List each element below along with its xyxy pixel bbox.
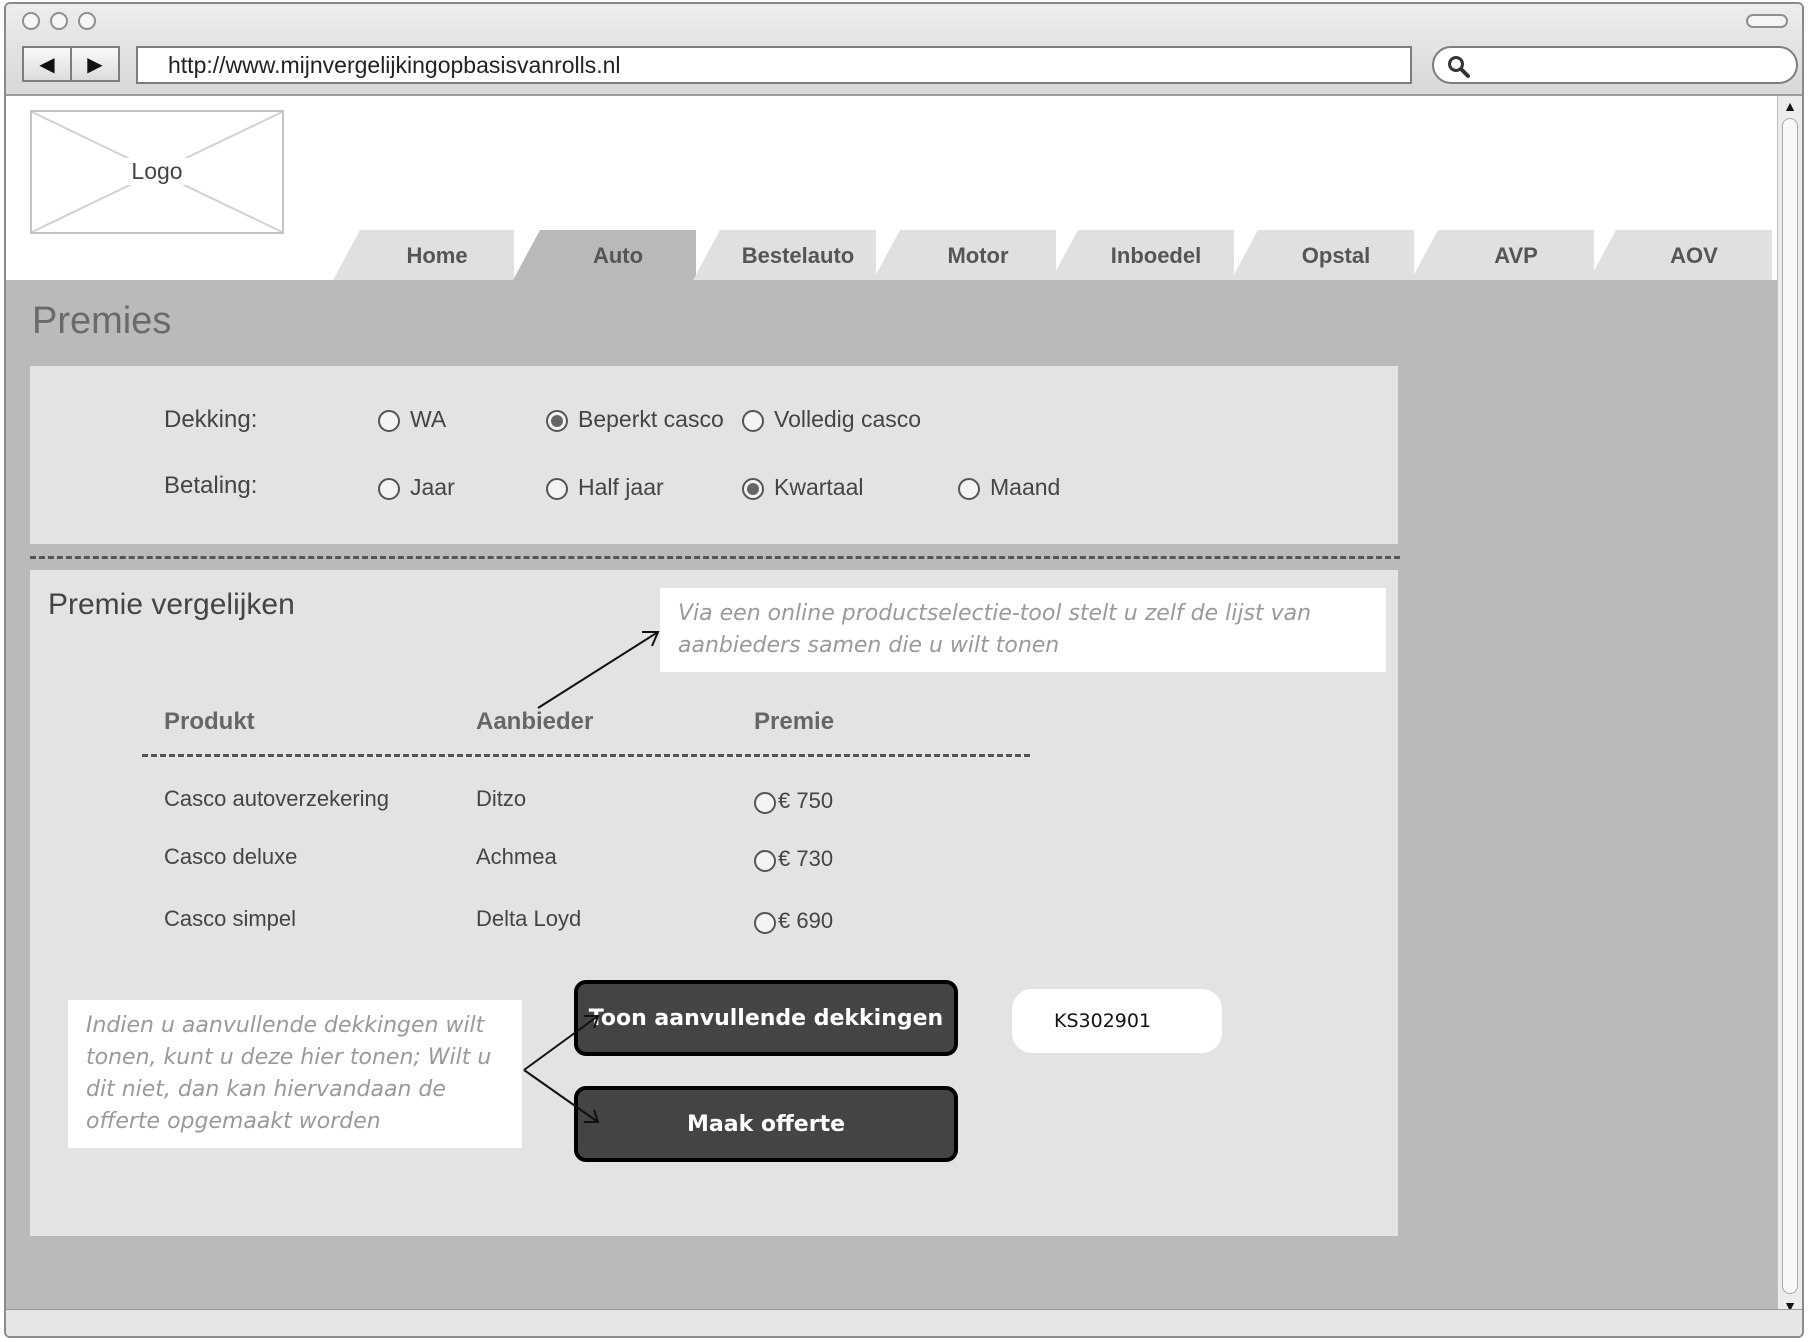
dekking-label: Dekking:	[164, 406, 258, 433]
tab-opstal[interactable]: Opstal	[1230, 230, 1414, 282]
column-header-produkt: Produkt	[164, 708, 255, 735]
back-button[interactable]: ◀	[22, 46, 72, 82]
search-icon	[1448, 56, 1470, 78]
show-extra-coverage-button[interactable]: Toon aanvullende dekkingen	[574, 980, 958, 1056]
search-input[interactable]	[1432, 46, 1798, 84]
annotation-note-top: Via een online productselectie-tool stel…	[660, 588, 1386, 672]
radio-label: Kwartaal	[774, 474, 864, 500]
tab-label: Inboedel	[1110, 243, 1202, 268]
forward-button[interactable]: ▶	[70, 46, 120, 82]
radio-dekking-beperkt-casco[interactable]	[546, 410, 568, 432]
tab-label: Motor	[947, 243, 1009, 268]
toolbar-toggle-button[interactable]	[1746, 14, 1788, 28]
zoom-window-button[interactable]	[78, 12, 96, 30]
site-header: Logo Home Auto Bestelauto Motor Inboedel…	[6, 96, 1782, 282]
radio-label: Half jaar	[578, 474, 664, 500]
tab-auto[interactable]: Auto	[512, 230, 696, 282]
browser-window: ◀ ▶ http://www.mijnvergelijkingopbasisva…	[4, 2, 1804, 1338]
make-quote-button[interactable]: Maak offerte	[574, 1086, 958, 1162]
minimize-window-button[interactable]	[50, 12, 68, 30]
tab-label: Opstal	[1301, 243, 1371, 268]
radio-label: Volledig casco	[774, 406, 922, 432]
tab-label: Home	[406, 243, 468, 268]
address-bar[interactable]: http://www.mijnvergelijkingopbasisvanrol…	[136, 46, 1412, 84]
radio-betaling-maand[interactable]	[958, 478, 980, 500]
betaling-label: Betaling:	[164, 472, 258, 499]
compare-title: Premie vergelijken	[48, 588, 295, 621]
tab-label: Bestelauto	[741, 243, 855, 268]
page-content: Premies Dekking: WA Beperkt casco Volled…	[6, 280, 1782, 1316]
close-window-button[interactable]	[22, 12, 40, 30]
tab-label: AOV	[1670, 243, 1718, 268]
radio-premie-select[interactable]	[754, 850, 776, 872]
cell-aanbieder: Delta Loyd	[476, 906, 582, 931]
tab-label: Auto	[592, 243, 644, 268]
browser-toolbar: ◀ ▶ http://www.mijnvergelijkingopbasisva…	[6, 4, 1802, 96]
radio-premie-select[interactable]	[754, 912, 776, 934]
logo-label: Logo	[125, 158, 189, 185]
cell-aanbieder: Ditzo	[476, 786, 527, 811]
tab-inboedel[interactable]: Inboedel	[1050, 230, 1234, 282]
tab-home[interactable]: Home	[332, 230, 514, 282]
cell-produkt: Casco deluxe	[164, 844, 298, 869]
logo-placeholder: Logo	[30, 110, 284, 234]
scroll-up-icon[interactable]: ▲	[1778, 96, 1802, 116]
radio-premie-select[interactable]	[754, 792, 776, 814]
back-arrow-icon: ◀	[39, 53, 55, 76]
tab-motor[interactable]: Motor	[872, 230, 1056, 282]
forward-arrow-icon: ▶	[87, 53, 103, 76]
filter-panel: Dekking: WA Beperkt casco Volledig casco…	[30, 366, 1398, 544]
url-text: http://www.mijnvergelijkingopbasisvanrol…	[168, 51, 621, 78]
radio-label: WA	[410, 406, 447, 432]
column-header-premie: Premie	[754, 708, 835, 735]
radio-betaling-jaar[interactable]	[378, 478, 400, 500]
cell-premie: € 730	[778, 846, 834, 871]
status-bar	[6, 1309, 1802, 1336]
radio-dekking-wa[interactable]	[378, 410, 400, 432]
cell-aanbieder: Achmea	[476, 844, 557, 869]
radio-label: Maand	[990, 474, 1061, 500]
tab-avp[interactable]: AVP	[1410, 230, 1594, 282]
radio-betaling-half-jaar[interactable]	[546, 478, 568, 500]
cell-premie: € 690	[778, 908, 834, 933]
page-title: Premies	[32, 300, 172, 342]
column-header-aanbieder: Aanbieder	[476, 708, 594, 735]
table-header-divider	[142, 754, 1030, 757]
radio-betaling-kwartaal[interactable]	[742, 478, 764, 500]
reference-code-label: KS302901	[1012, 989, 1222, 1053]
cell-premie: € 750	[778, 788, 834, 813]
cell-produkt: Casco autoverzekering	[164, 786, 390, 811]
radio-dekking-volledig-casco[interactable]	[742, 410, 764, 432]
tab-bestelauto[interactable]: Bestelauto	[692, 230, 876, 282]
tab-label: AVP	[1494, 243, 1538, 268]
radio-label: Beperkt casco	[578, 406, 724, 432]
section-divider	[30, 556, 1400, 559]
scroll-thumb[interactable]	[1782, 118, 1798, 1294]
annotation-note-bottom: Indien u aanvullende dekkingen wilt tone…	[68, 1000, 522, 1148]
tab-aov[interactable]: AOV	[1588, 230, 1772, 282]
radio-label: Jaar	[410, 474, 455, 500]
cell-produkt: Casco simpel	[164, 906, 297, 931]
vertical-scrollbar[interactable]: ▲ ▼	[1777, 96, 1802, 1316]
